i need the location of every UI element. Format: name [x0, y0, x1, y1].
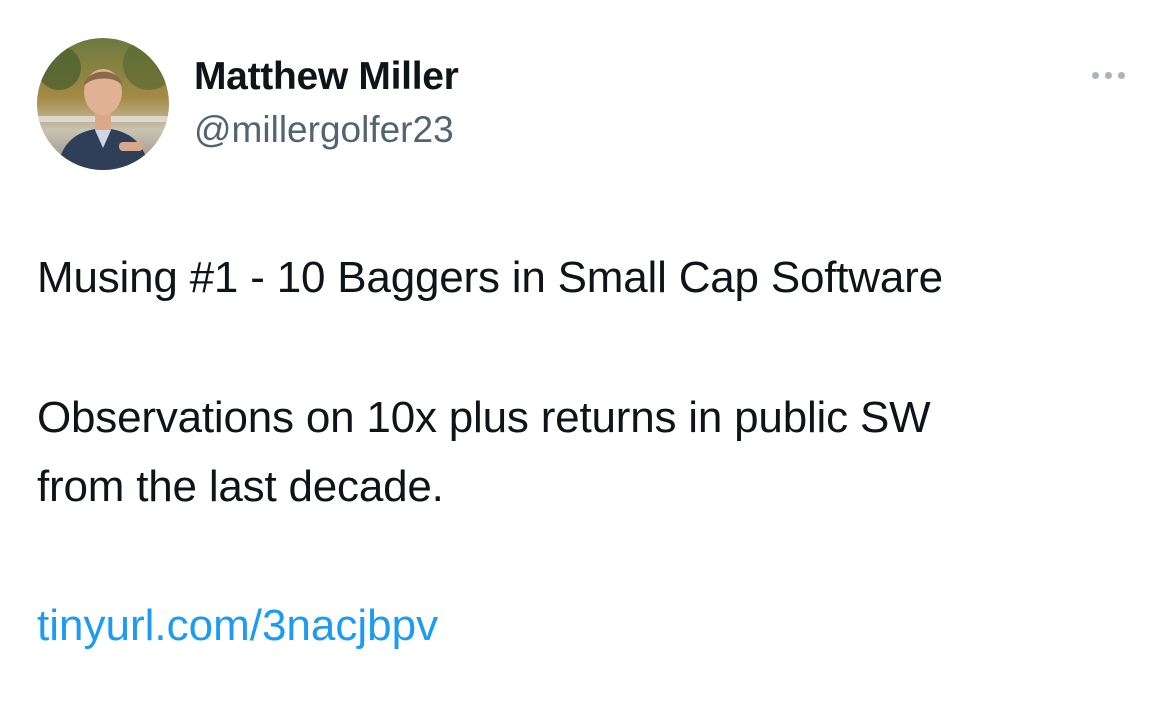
more-options-button[interactable] [1080, 60, 1136, 90]
tweet-text-line: Observations on 10x plus returns in publ… [37, 393, 931, 442]
more-horizontal-icon [1091, 71, 1099, 79]
tweet-text-line: Musing #1 - 10 Baggers in Small Cap Soft… [37, 253, 943, 302]
tweet-text-line: from the last decade. [37, 462, 444, 511]
author-display-name[interactable]: Matthew Miller [194, 54, 459, 100]
avatar[interactable] [37, 38, 169, 170]
more-horizontal-icon [1104, 71, 1112, 79]
more-horizontal-icon [1117, 71, 1125, 79]
tweet-card: Matthew Miller @millergolfer23 Musing #1… [0, 0, 1170, 704]
author-handle[interactable]: @millergolfer23 [194, 108, 454, 152]
avatar-photo [37, 38, 169, 170]
tweet-link[interactable]: tinyurl.com/3nacjbpv [37, 600, 438, 652]
